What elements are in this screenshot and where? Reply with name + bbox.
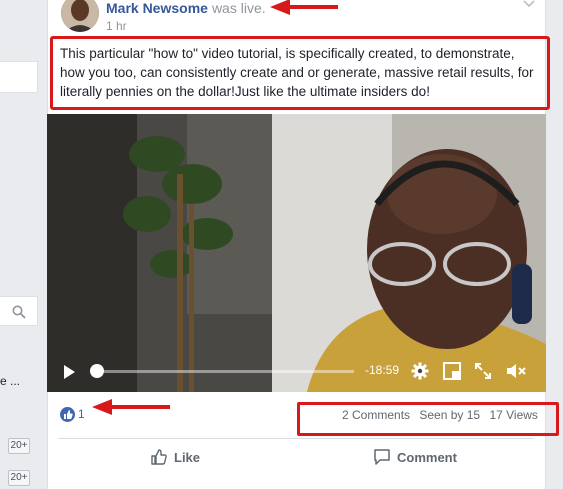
- gear-icon[interactable]: [411, 362, 429, 380]
- author-name-link[interactable]: Mark Newsome: [106, 0, 208, 16]
- engagement-stats: 2 Comments Seen by 15 17 Views: [342, 408, 544, 422]
- seen-by-count[interactable]: Seen by 15: [419, 408, 480, 422]
- comments-count-link[interactable]: 2 Comments: [342, 408, 410, 422]
- like-button[interactable]: Like: [150, 447, 200, 467]
- video-player[interactable]: [47, 114, 546, 392]
- views-count: 17 Views: [489, 408, 538, 422]
- mute-icon[interactable]: [506, 362, 528, 380]
- reaction-count[interactable]: 1: [78, 407, 85, 421]
- chevron-down-icon[interactable]: [522, 0, 536, 9]
- comment-button[interactable]: Comment: [373, 447, 457, 467]
- fullscreen-icon[interactable]: [475, 363, 491, 379]
- video-frame: [47, 114, 546, 392]
- sidebar-search-button[interactable]: [0, 296, 38, 326]
- post-timestamp[interactable]: 1 hr: [106, 19, 127, 33]
- sidebar-truncated-text: e ...: [0, 374, 21, 388]
- post-text-annotation-box: This particular "how to" video tutorial,…: [50, 36, 550, 110]
- like-reaction-icon[interactable]: [60, 407, 75, 422]
- video-scrubber-handle[interactable]: [90, 364, 104, 378]
- divider: [58, 438, 534, 439]
- post-header: Mark Newsome was live.: [106, 0, 266, 16]
- annotation-arrow: [270, 0, 338, 15]
- play-icon[interactable]: [61, 364, 77, 380]
- thumbs-up-icon: [151, 449, 167, 465]
- video-time-remaining: -18:59: [365, 363, 400, 377]
- post-message: This particular "how to" video tutorial,…: [60, 46, 534, 99]
- search-icon: [12, 305, 26, 319]
- comment-icon: [374, 449, 390, 465]
- comment-button-label: Comment: [397, 449, 457, 465]
- sidebar-count-badge: 20+: [8, 470, 30, 486]
- annotation-arrow: [92, 399, 170, 415]
- sidebar-count-badge: 20+: [8, 438, 30, 454]
- video-scrubber-track[interactable]: [94, 370, 354, 373]
- like-button-label: Like: [174, 449, 201, 465]
- sidebar-panel[interactable]: [0, 61, 38, 93]
- screenshot-root: e ... 20+ 20+ Mark Newsome was live. 1 hr…: [0, 0, 563, 489]
- author-status: was live.: [211, 0, 266, 16]
- picture-in-picture-icon[interactable]: [443, 362, 461, 380]
- left-sidebar: e ... 20+ 20+: [0, 0, 47, 489]
